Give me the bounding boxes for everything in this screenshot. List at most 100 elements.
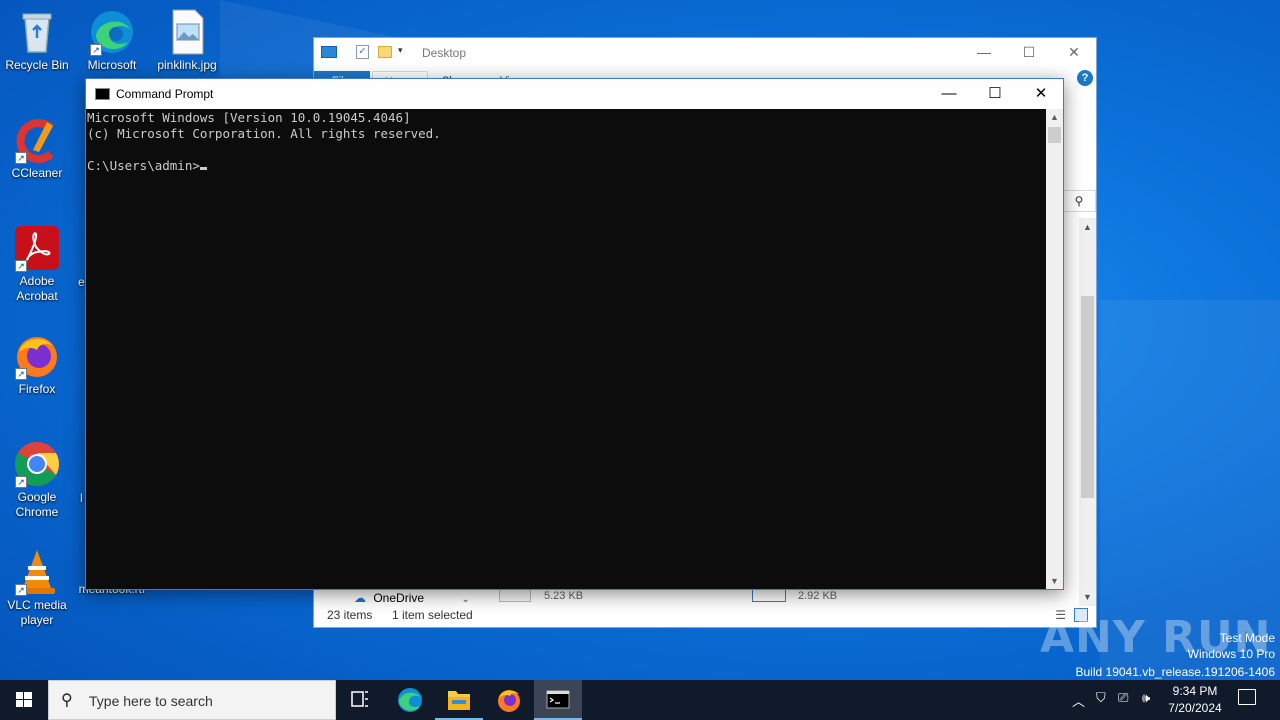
windows-edition-text: Windows 10 Pro [1187,647,1275,661]
nav-item-label: OneDrive [373,591,425,605]
scroll-down-arrow[interactable]: ▼ [1046,576,1063,586]
onedrive-icon: ☁ [354,591,366,605]
console-blank-line: ​ [87,142,1045,158]
explorer-scrollbar[interactable]: ▲ ▼ [1079,218,1096,606]
console-line: (c) Microsoft Corporation. All rights re… [87,126,441,141]
taskbar-firefox[interactable] [485,680,533,720]
new-folder-icon[interactable] [378,46,392,58]
search-icon: ⚲ [61,692,73,709]
text-cursor [199,167,207,170]
properties-icon[interactable]: ✓ [356,45,369,59]
cmd-window-icon [95,88,110,100]
vlc-icon: ↗ [13,548,61,596]
build-text: Build 19041.vb_release.191206-1406 [1075,665,1276,679]
desktop-icon-ccleaner[interactable]: ↗ CCleaner [0,116,74,181]
scroll-up-arrow[interactable]: ▲ [1046,112,1063,122]
firefox-icon [498,690,520,712]
show-hidden-icons-chevron-icon[interactable]: ︿ [1072,691,1085,710]
clock-date[interactable]: 7/20/2024 [1166,701,1224,715]
defender-icon[interactable]: ⛉ [1096,690,1106,706]
desktop-icon-label: Recycle Bin [5,58,69,72]
scroll-thumb[interactable] [1081,296,1094,498]
help-icon[interactable]: ? [1077,70,1093,86]
desktop-icon-edge[interactable]: ↗ Microsoft Edge [75,8,149,73]
volume-icon[interactable]: 🕪 [1142,690,1150,706]
shortcut-arrow-icon: ↗ [90,44,102,56]
shortcut-arrow-icon: ↗ [15,476,27,488]
cmd-title: Command Prompt [116,87,214,101]
desktop-icon-acrobat[interactable]: ↗ Adobe Acrobat [0,224,74,304]
start-button[interactable] [0,680,48,720]
desktop-icon-vlc[interactable]: ↗ VLC media player [0,548,74,628]
task-view-button[interactable] [336,680,384,720]
search-placeholder: Type here to search [89,693,213,709]
close-button[interactable]: ✕ [1018,79,1064,109]
scroll-down-arrow[interactable]: ▼ [1079,592,1096,602]
scroll-up-arrow[interactable]: ▲ [1079,222,1096,232]
taskbar: ⚲ Type here to search ︿ ⛉ ⎚ 🕪 9:34 PM 7/… [0,680,1280,720]
console-prompt-line: C:\Users\admin> [87,158,1045,174]
desktop-icon-label: pinklink.jpg [157,58,217,72]
chrome-icon: ↗ [13,440,61,488]
recycle-bin-icon [13,8,61,56]
status-selection: 1 item selected [392,608,473,622]
status-item-count: 23 items [327,608,373,622]
file-size: 5.23 KB [544,590,584,602]
file-thumbnail[interactable] [499,588,531,602]
explorer-statusbar: 23 items 1 item selected ☰ [314,605,1096,627]
task-view-icon [351,691,368,707]
cmd-titlebar[interactable]: Command Prompt — ☐ ✕ [86,79,1063,109]
clipped-icon-label: e [78,275,85,289]
edge-icon [398,688,422,712]
minimize-button[interactable]: — [926,79,972,109]
maximize-button[interactable]: ☐ [1019,44,1039,61]
notification-center-icon[interactable] [1238,689,1256,705]
console-line: Microsoft Windows [Version 10.0.19045.40… [87,110,411,125]
explorer-right-pane-edge [1062,90,1096,180]
taskbar-search-box[interactable]: ⚲ Type here to search [48,680,336,720]
shortcut-arrow-icon: ↗ [15,368,27,380]
folder-icon [448,691,470,710]
taskbar-command-prompt[interactable] [534,680,582,720]
minimize-button[interactable]: — [974,44,994,60]
shortcut-arrow-icon: ↗ [15,152,27,164]
firefox-icon: ↗ [13,332,61,380]
desktop-icon-pinklink[interactable]: pinklink.jpg [150,8,224,73]
file-thumbnail[interactable] [752,588,786,602]
edge-icon: ↗ [88,8,136,56]
desktop-icon-label: Adobe Acrobat [16,274,58,303]
explorer-title: Desktop [422,46,467,60]
desktop-icon-label: VLC media player [7,598,67,627]
desktop-icon-chrome[interactable]: ↗ Google Chrome [0,440,74,520]
acrobat-icon: ↗ [13,224,61,272]
explorer-titlebar[interactable]: ✓ ▾ Desktop — ☐ ✕ [314,38,1096,68]
desktop-icon-firefox[interactable]: ↗ Firefox [0,332,74,397]
cmd-console[interactable]: Microsoft Windows [Version 10.0.19045.40… [86,109,1046,589]
chevron-down-icon[interactable]: ▾ [398,45,403,56]
nav-item-onedrive[interactable]: ☁ OneDrive ⌄ [354,591,470,605]
expand-chevron-icon[interactable]: ⌄ [461,594,469,605]
taskbar-edge[interactable] [386,680,434,720]
explorer-window-icon [321,46,337,58]
windows-logo-icon [16,692,32,707]
search-icon[interactable]: ⚲ [1062,190,1096,212]
desktop-icon-recycle-bin[interactable]: Recycle Bin [0,8,74,73]
image-file-icon [163,8,211,56]
desktop-icon-label: Microsoft Edge [87,58,137,72]
taskbar-file-explorer[interactable] [435,680,483,720]
clock-time[interactable]: 9:34 PM [1172,684,1218,698]
scroll-thumb[interactable] [1048,127,1061,143]
desktop-icon-label: CCleaner [11,166,63,180]
maximize-button[interactable]: ☐ [972,79,1018,109]
system-tray: ︿ ⛉ ⎚ 🕪 9:34 PM 7/20/2024 [1066,680,1280,720]
desktop-icon-label: Google Chrome [15,490,59,519]
desktop-icon-label: Firefox [18,382,56,396]
clipped-icon-label: l [80,491,83,505]
close-button[interactable]: ✕ [1064,44,1084,61]
cmd-scrollbar[interactable]: ▲ ▼ [1046,109,1063,589]
test-mode-text: Test Mode [1219,631,1275,645]
command-prompt-window[interactable]: Command Prompt — ☐ ✕ Microsoft Windows [… [85,78,1064,590]
console-prompt: C:\Users\admin> [87,158,200,173]
network-icon[interactable]: ⎚ [1118,690,1128,706]
ccleaner-icon: ↗ [13,116,61,164]
